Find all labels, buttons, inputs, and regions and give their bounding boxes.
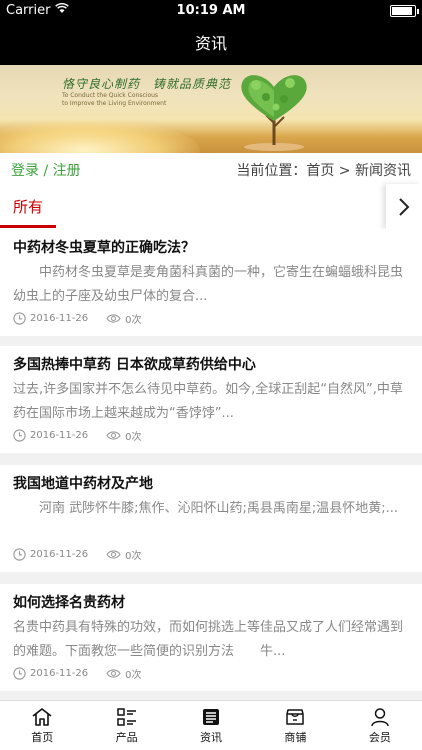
clock-icon [13, 667, 26, 680]
login-breadcrumb-bar: 登录 / 注册 当前位置：首页 > 新闻资讯 [0, 153, 422, 184]
news-icon [203, 709, 220, 725]
article-title[interactable]: 中药材冬虫夏草的正确吃法？ [13, 237, 195, 257]
article-meta: 2016-11-26 0次 [13, 666, 142, 681]
tab-member-label: 会员 [368, 731, 391, 744]
tab-products[interactable]: 产品 [84, 701, 168, 750]
tab-news-label: 资讯 [200, 731, 223, 744]
tab-all[interactable]: 所有 [13, 196, 43, 217]
view-count-value: 0次 [125, 551, 142, 562]
category-tabs: 所有 [0, 184, 422, 229]
view-count: 0次 [106, 311, 142, 326]
article-date: 2016-11-26 [30, 549, 89, 560]
nav-bar: 资讯 [0, 22, 422, 65]
clock-icon [13, 312, 26, 325]
article-summary: 河南 武陟怀牛膝;焦作、沁阳怀山药;禹县禹南星;温县怀地黄;... [13, 501, 399, 516]
article-meta: 2016-11-26 0次 [13, 547, 142, 562]
banner-subtitle: To Conduct the Quick Conscious to Improv… [62, 92, 166, 108]
view-count: 0次 [106, 547, 142, 562]
chevron-right-icon [399, 197, 410, 216]
article-title[interactable]: 如何选择名贵药材 [13, 592, 125, 612]
breadcrumb: 当前位置：首页 > 新闻资讯 [236, 163, 411, 179]
tab-home[interactable]: 首页 [0, 701, 84, 750]
banner-image[interactable]: 恪守良心制药 铸就品质典范 To Conduct the Quick Consc… [0, 65, 422, 153]
grid-list-icon [116, 708, 136, 726]
eye-icon [106, 430, 121, 441]
shop-icon [286, 709, 305, 725]
tab-products-label: 产品 [115, 731, 138, 744]
tab-news[interactable]: 资讯 [169, 701, 253, 750]
heart-tree-icon [241, 75, 307, 151]
eye-icon [106, 313, 121, 324]
tab-shop-label: 商铺 [284, 731, 307, 744]
login-register-link[interactable]: 登录 / 注册 [11, 160, 81, 180]
banner-slogan: 恪守良心制药 铸就品质典范 [62, 77, 232, 91]
eye-icon [106, 668, 121, 679]
clock-icon [13, 429, 26, 442]
banner-subtitle-line: to Improve the Living Environment [62, 100, 167, 107]
battery-icon [390, 5, 419, 17]
page-title: 资讯 [194, 34, 227, 53]
article-summary: 过去,许多国家并不怎么待见中草药。如今,全球正刮起“自然风”,中草药在国际市场上… [13, 382, 403, 421]
view-count: 0次 [106, 666, 142, 681]
article-date: 2016-11-26 [30, 430, 89, 441]
view-count-value: 0次 [125, 670, 142, 681]
article-summary: 名贵中药具有特殊的功效，而如何挑选上等佳品又成了人们经常遇到的难题。下面教您一些… [13, 620, 404, 659]
bottom-tab-bar: 首页 产品 资讯 商铺 会员 [0, 700, 422, 750]
article-date: 2016-11-26 [30, 668, 89, 679]
article-meta: 2016-11-26 0次 [13, 311, 142, 326]
article-card[interactable]: 我国地道中药材及产地 河南 武陟怀牛膝;焦作、沁阳怀山药;禹县禹南星;温县怀地黄… [0, 465, 422, 572]
article-title[interactable]: 我国地道中药材及产地 [13, 473, 153, 493]
article-date: 2016-11-26 [30, 313, 89, 324]
view-count: 0次 [106, 428, 142, 443]
banner-subtitle-line: To Conduct the Quick Conscious [62, 92, 159, 99]
active-tab-underline [0, 225, 56, 228]
view-count-value: 0次 [125, 432, 142, 443]
tab-home-label: 首页 [31, 731, 54, 744]
status-bar: Carrier 10:19 AM [0, 0, 422, 22]
user-icon [371, 708, 389, 727]
article-title[interactable]: 多国热捧中草药 日本欲成草药供给中心 [13, 354, 256, 374]
tab-shop[interactable]: 商铺 [253, 701, 337, 750]
clock: 10:19 AM [176, 3, 246, 18]
article-card[interactable]: 中药材冬虫夏草的正确吃法？ 中药材冬虫夏草是麦角菌科真菌的一种，它寄生在蝙蝠蛾科… [0, 229, 422, 336]
home-icon [32, 708, 52, 726]
article-meta: 2016-11-26 0次 [13, 428, 142, 443]
article-summary: 中药材冬虫夏草是麦角菌科真菌的一种，它寄生在蝙蝠蛾科昆虫幼虫上的子座及幼虫尸体的… [13, 265, 404, 304]
view-count-value: 0次 [125, 315, 142, 326]
sunset-glow [0, 120, 200, 153]
clock-icon [13, 548, 26, 561]
article-card[interactable]: 如何选择名贵药材 名贵中药具有特殊的功效，而如何挑选上等佳品又成了人们经常遇到的… [0, 584, 422, 691]
tabs-scroll-right-button[interactable] [386, 184, 422, 229]
article-card[interactable]: 多国热捧中草药 日本欲成草药供给中心 过去,许多国家并不怎么待见中草药。如今,全… [0, 346, 422, 453]
tab-member[interactable]: 会员 [338, 701, 422, 750]
eye-icon [106, 549, 121, 560]
